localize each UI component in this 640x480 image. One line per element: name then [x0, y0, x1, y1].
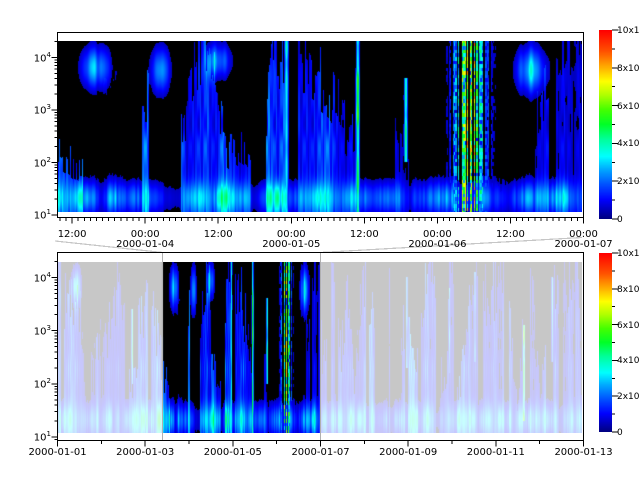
- exponent: 2: [47, 156, 51, 164]
- y-tick-label: 102: [25, 378, 51, 390]
- text: 2000-01-07: [554, 239, 612, 250]
- text: 2000-01-07: [291, 447, 349, 458]
- text: 8x10: [617, 285, 640, 295]
- exponent: 4: [47, 51, 51, 59]
- text: 2000-01-03: [116, 447, 174, 458]
- x-tick-date-label: 2000-01-09: [373, 447, 443, 458]
- text: 10x10: [617, 249, 640, 259]
- x-tick-date-label: 2000-01-03: [110, 447, 180, 458]
- x-tick-date-label: 2000-01-11: [461, 447, 531, 458]
- colorbar-tick-label: 0: [617, 213, 640, 226]
- exponent: 1: [47, 208, 51, 216]
- text: 2000-01-13: [554, 447, 612, 458]
- text: 8x10: [617, 64, 640, 74]
- colorbar-tick-label: 10x107: [617, 247, 640, 260]
- colorbar-tick-label: 4x107: [617, 137, 640, 150]
- text: 4x10: [617, 356, 640, 366]
- exponent: 3: [47, 324, 51, 332]
- text: 6x10: [617, 321, 640, 331]
- colorbar-tick-label: 6x107: [617, 319, 640, 332]
- text: 10x10: [617, 26, 640, 36]
- x-tick-date-label: 2000-01-07: [286, 447, 356, 458]
- x-tick-date-label: 2000-01-06: [402, 239, 472, 250]
- text: 12:00: [496, 229, 525, 240]
- text: 10: [34, 105, 47, 116]
- text: 0: [617, 215, 623, 225]
- y-tick-label: 101: [25, 209, 51, 221]
- x-tick-date-label: 2000-01-04: [110, 239, 180, 250]
- text: 4x10: [617, 139, 640, 149]
- y-tick-label: 104: [25, 52, 51, 64]
- text: 2x10: [617, 392, 640, 402]
- text: 2x10: [617, 177, 640, 187]
- text: 6x10: [617, 102, 640, 112]
- y-tick-label: 104: [25, 272, 51, 284]
- text: 2000-01-05: [262, 239, 320, 250]
- text: 2000-01-09: [379, 447, 437, 458]
- colorbar-tick-label: 6x107: [617, 100, 640, 113]
- colorbar-tick-label: 2x107: [617, 390, 640, 403]
- text: 10: [34, 158, 47, 169]
- colorbar-tick-label: 8x107: [617, 283, 640, 296]
- exponent: 1: [47, 430, 51, 438]
- x-tick-time-label: 12:00: [347, 229, 381, 240]
- y-tick-label: 101: [25, 431, 51, 443]
- x-tick-date-label: 2000-01-01: [23, 447, 93, 458]
- text: 10: [34, 210, 47, 221]
- text: 12:00: [58, 229, 87, 240]
- x-tick-date-label: 2000-01-13: [549, 447, 619, 458]
- text: 2000-01-01: [28, 447, 86, 458]
- text: 10: [34, 53, 47, 64]
- text: 2000-01-05: [204, 447, 262, 458]
- detail-plot-frame: [58, 33, 584, 218]
- colorbar-tick-label: 4x107: [617, 354, 640, 367]
- exponent: 4: [47, 271, 51, 279]
- x-tick-time-label: 12:00: [201, 229, 235, 240]
- y-tick-label: 103: [25, 104, 51, 116]
- x-tick-date-label: 2000-01-05: [256, 239, 326, 250]
- colorbar-tick-label: 10x107: [617, 24, 640, 37]
- y-tick-label: 102: [25, 157, 51, 169]
- text: 10: [34, 379, 47, 390]
- text: 10: [34, 273, 47, 284]
- y-tick-label: 103: [25, 325, 51, 337]
- x-tick-date-label: 2000-01-05: [198, 447, 268, 458]
- spectrogram-figure: 10110210310410110210310412:0000:002000-0…: [0, 0, 640, 480]
- colorbar-tick-label: 0: [617, 426, 640, 439]
- text: 12:00: [350, 229, 379, 240]
- text: 2000-01-04: [116, 239, 174, 250]
- colorbar-tick-label: 8x107: [617, 62, 640, 75]
- text: 2000-01-06: [408, 239, 466, 250]
- text: 12:00: [204, 229, 233, 240]
- text: 10: [34, 432, 47, 443]
- exponent: 3: [47, 103, 51, 111]
- x-tick-time-label: 12:00: [55, 229, 89, 240]
- x-tick-date-label: 2000-01-07: [549, 239, 619, 250]
- exponent: 2: [47, 377, 51, 385]
- colorbar-tick-label: 2x107: [617, 175, 640, 188]
- text: 2000-01-11: [467, 447, 525, 458]
- text: 10: [34, 326, 47, 337]
- x-tick-time-label: 12:00: [493, 229, 527, 240]
- text: 0: [617, 428, 623, 438]
